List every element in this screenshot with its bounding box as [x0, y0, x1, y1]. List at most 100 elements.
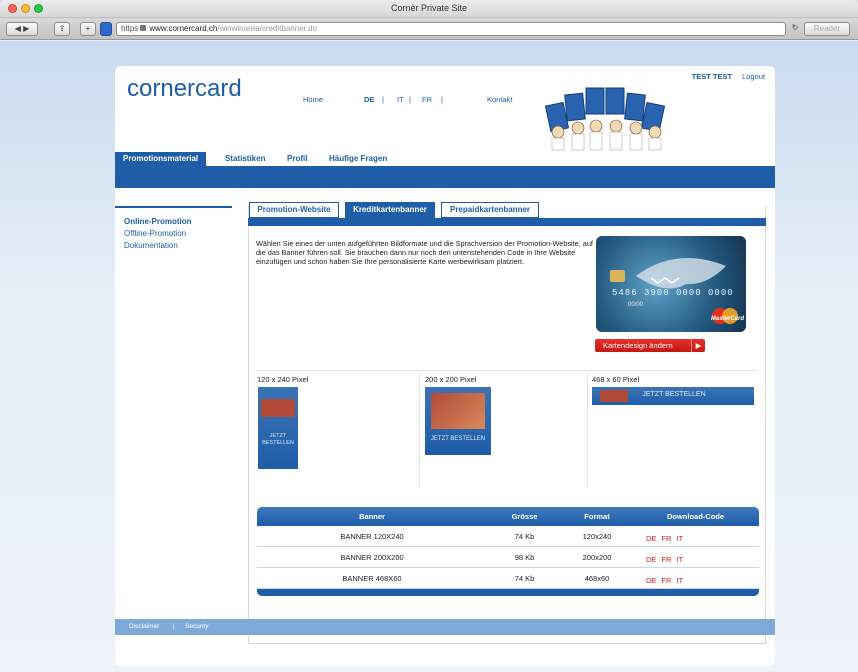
- divider: [256, 370, 758, 371]
- download-fr-link[interactable]: FR: [661, 576, 671, 585]
- sidebar: Online-Promotion Offline-Promotion Dokum…: [115, 206, 232, 252]
- mainnav-statistiken[interactable]: Statistiken: [225, 152, 265, 166]
- share-icon[interactable]: ⇪: [54, 22, 70, 36]
- divider: [419, 372, 420, 488]
- banner-cta: JETZT BESTELLEN: [262, 433, 294, 446]
- favicon-icon: [100, 22, 112, 36]
- table-row: BANNER 200X200 98 Kb 200x200 DE FR IT: [257, 547, 759, 568]
- table-header: Banner Grösse Format Download-Code: [257, 507, 759, 526]
- banner-preview-468x60[interactable]: JETZT BESTELLEN: [592, 387, 754, 405]
- cell-download-codes: DE FR IT: [632, 555, 702, 564]
- add-bookmark-icon[interactable]: +: [80, 22, 96, 36]
- lock-icon: [140, 25, 147, 31]
- title-bar: Cornèr Private Site: [0, 0, 858, 18]
- page-footer: Disclaimer | Security: [115, 619, 775, 635]
- footer-disclaimer-link[interactable]: Disclaimer: [129, 623, 159, 630]
- download-it-link[interactable]: IT: [676, 534, 683, 543]
- banner-card-image: [261, 399, 295, 417]
- nav-sep: |: [441, 95, 443, 104]
- mainnav-promotionsmaterial[interactable]: Promotionsmaterial: [115, 152, 207, 166]
- banner-preview-200x200[interactable]: JETZT BESTELLEN: [425, 387, 491, 455]
- page-viewport: cornercard Home DE | IT | FR | Kontakt T…: [0, 41, 858, 672]
- cell-format: 120x240: [582, 532, 612, 541]
- table-footer: [257, 589, 759, 596]
- cell-banner: BANNER 468X60: [342, 574, 402, 583]
- url-path: /winwinarea/creditbanner.do: [217, 24, 317, 33]
- browser-toolbar: ◀ ▶ ⇪ + https www.cornercard.ch/winwinare…: [0, 18, 858, 40]
- cell-format: 468x60: [584, 574, 610, 583]
- arrow-right-icon: ▶: [691, 339, 705, 352]
- logout-link[interactable]: Logout: [742, 72, 765, 81]
- change-card-design-button[interactable]: Kartendesign ändern ▶: [595, 339, 705, 352]
- address-bar[interactable]: https www.cornercard.ch/winwinarea/credit…: [116, 22, 786, 36]
- nav-sep: |: [382, 95, 384, 104]
- download-it-link[interactable]: IT: [676, 576, 683, 585]
- tab-kreditkartenbanner[interactable]: Kreditkartenbanner: [345, 202, 435, 218]
- nav-home[interactable]: Home: [303, 95, 323, 104]
- banner-cta: JETZT BESTELLEN: [642, 391, 706, 398]
- back-forward-buttons[interactable]: ◀ ▶: [6, 22, 38, 36]
- column-header-size: Grösse: [511, 512, 538, 521]
- download-de-link[interactable]: DE: [646, 534, 656, 543]
- sidebar-item-offline-promotion[interactable]: Offline-Promotion: [115, 228, 232, 240]
- url-scheme: https: [121, 24, 139, 33]
- chip-icon: [610, 270, 625, 282]
- nav-sep: |: [409, 95, 411, 104]
- tab-promotion-website[interactable]: Promotion-Website: [249, 202, 339, 218]
- table-row: BANNER 120X240 74 Kb 120x240 DE FR IT: [257, 526, 759, 547]
- cell-size: 74 Kb: [514, 574, 535, 583]
- banner-cta: JETZT BESTELLEN: [430, 436, 486, 442]
- nav-lang-de[interactable]: DE: [364, 95, 374, 104]
- table-row: BANNER 468X60 74 Kb 468x60 DE FR IT: [257, 568, 759, 589]
- tab-prepaidkartenbanner[interactable]: Prepaidkartenbanner: [441, 202, 539, 218]
- cell-size: 98 Kb: [514, 553, 535, 562]
- cell-banner: BANNER 200X200: [340, 553, 404, 562]
- cell-size: 74 Kb: [514, 532, 535, 541]
- mainnav-haeufige-fragen[interactable]: Häufige Fragen: [329, 152, 387, 166]
- cell-download-codes: DE FR IT: [632, 534, 702, 543]
- mainnav-profil[interactable]: Profil: [287, 152, 307, 166]
- sidebar-item-online-promotion[interactable]: Online-Promotion: [115, 216, 232, 228]
- cell-download-codes: DE FR IT: [632, 576, 702, 585]
- cornercard-logo[interactable]: cornercard: [127, 75, 242, 103]
- download-de-link[interactable]: DE: [646, 555, 656, 564]
- window-title: Cornèr Private Site: [390, 3, 468, 13]
- banner-label-468x60: 468 x 60 Pixel: [592, 375, 640, 384]
- banner-card-image: [600, 390, 628, 402]
- nav-lang-fr[interactable]: FR: [422, 95, 432, 104]
- sidebar-item-dokumentation[interactable]: Dokumentation: [115, 240, 232, 252]
- url-host: www.cornercard.ch: [149, 24, 218, 33]
- nav-contact[interactable]: Kontakt: [487, 95, 512, 104]
- main-nav: Promotionsmaterial Statistiken Profil Hä…: [115, 152, 775, 166]
- column-header-download-code: Download-Code: [666, 512, 725, 521]
- change-card-design-label: Kartendesign ändern: [603, 341, 673, 350]
- banner-preview-120x240[interactable]: JETZT BESTELLEN: [258, 387, 298, 469]
- download-fr-link[interactable]: FR: [661, 555, 671, 564]
- credit-card-preview: 5486 3900 0000 0000 00/00 MasterCard: [596, 236, 746, 332]
- banner-table: Banner Grösse Format Download-Code BANNE…: [257, 507, 759, 596]
- user-name: TEST TEST: [691, 72, 733, 81]
- banner-label-120x240: 120 x 240 Pixel: [257, 375, 309, 384]
- sidebar-divider: [115, 206, 232, 208]
- download-fr-link[interactable]: FR: [661, 534, 671, 543]
- column-header-banner: Banner: [359, 512, 385, 521]
- download-de-link[interactable]: DE: [646, 576, 656, 585]
- download-it-link[interactable]: IT: [676, 555, 683, 564]
- mascot-cards-illustration: [544, 87, 666, 151]
- banner-card-image: [431, 393, 485, 429]
- reload-icon[interactable]: ↻: [790, 22, 800, 36]
- column-header-format: Format: [584, 512, 610, 521]
- footer-security-link[interactable]: Security: [185, 623, 208, 630]
- page-card: cornercard Home DE | IT | FR | Kontakt T…: [115, 66, 775, 666]
- footer-sep: |: [173, 623, 175, 630]
- tab-underline-bar: [248, 218, 766, 226]
- reader-button[interactable]: Reader: [804, 22, 850, 36]
- card-date: 00/00: [628, 302, 644, 308]
- nav-lang-it[interactable]: IT: [397, 95, 404, 104]
- content-panel: Promotion-Website Kreditkartenbanner Pre…: [248, 202, 766, 644]
- banner-label-200x200: 200 x 200 Pixel: [425, 375, 477, 384]
- browser-window: Cornèr Private Site ◀ ▶ ⇪ + https www.cor…: [0, 0, 858, 672]
- divider: [587, 372, 588, 488]
- cell-format: 200x200: [582, 553, 612, 562]
- mastercard-label: MasterCard: [710, 316, 744, 322]
